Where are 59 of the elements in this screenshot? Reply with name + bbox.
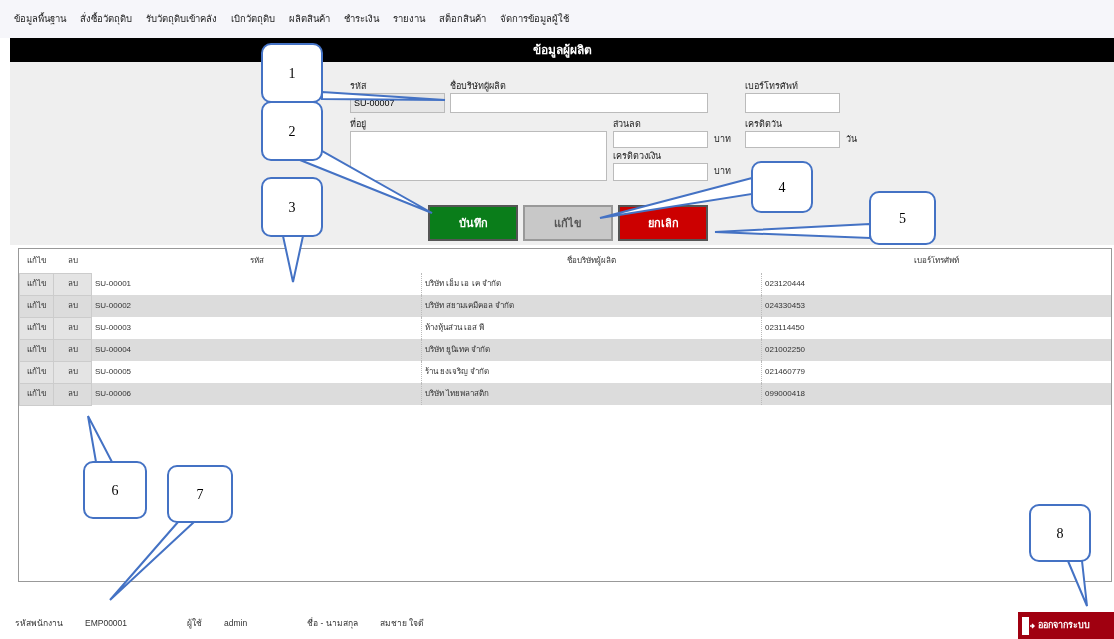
menu-item[interactable]: เบิกวัตถุดิบ <box>231 11 275 27</box>
table-cell: 021002250 <box>761 339 1111 361</box>
table-cell: SU-00004 <box>91 339 422 361</box>
column-header: รหัส <box>91 249 422 273</box>
edit-link[interactable]: แก้ไข <box>19 361 54 383</box>
menu-item[interactable]: ชำระเงิน <box>344 11 379 27</box>
input-field[interactable] <box>613 131 708 148</box>
column-header: แก้ไข <box>19 249 54 273</box>
table-cell: บริษัท ไทยพลาสติก <box>421 383 762 405</box>
unit-label: วัน <box>845 132 858 146</box>
table-cell: SU-00006 <box>91 383 422 405</box>
status-label: รหัสพนักงาน <box>15 617 63 630</box>
input-field[interactable] <box>450 93 708 113</box>
status-value: สมชาย ใจดี <box>379 617 425 630</box>
table-cell: บริษัท ยูนิเทค จำกัด <box>421 339 762 361</box>
menu-item[interactable]: รับวัตถุดิบเข้าคลัง <box>146 11 217 27</box>
field-label: เครดิตวัน <box>745 117 783 131</box>
edit-link[interactable]: แก้ไข <box>19 317 54 339</box>
menu-item[interactable]: สต็อกสินค้า <box>439 11 486 27</box>
field-label: ชื่อบริษัทผู้ผลิต <box>450 79 507 93</box>
field-label: ส่วนลด <box>613 117 642 131</box>
input-field[interactable] <box>745 131 840 148</box>
input-field[interactable] <box>745 93 840 113</box>
field-label: เครดิตวงเงิน <box>613 149 662 163</box>
table-cell: 099000418 <box>761 383 1111 405</box>
column-header: ลบ <box>53 249 92 273</box>
edit-link[interactable]: แก้ไข <box>19 383 54 405</box>
logout-button[interactable]: ออกจากระบบ <box>1018 612 1114 639</box>
edit-button[interactable]: แก้ไข <box>523 205 613 241</box>
unit-label: บาท <box>713 165 732 179</box>
field-label: เบอร์โทรศัพท์ <box>745 79 799 93</box>
edit-link[interactable]: แก้ไข <box>19 295 54 317</box>
status-value: EMP00001 <box>85 617 128 630</box>
menu-item[interactable]: ข้อมูลพื้นฐาน <box>14 11 66 27</box>
table-cell: บริษัท สยามเคมีคอล จำกัด <box>421 295 762 317</box>
input-field[interactable] <box>613 163 708 181</box>
edit-link[interactable]: แก้ไข <box>19 273 54 295</box>
table-cell: SU-00002 <box>91 295 422 317</box>
unit-label: บาท <box>713 132 732 146</box>
status-label: ผู้ใช้ <box>187 617 203 630</box>
save-button[interactable]: บันทึก <box>428 205 518 241</box>
door-exit-icon <box>1021 615 1035 636</box>
table-cell: 024330453 <box>761 295 1111 317</box>
address-field[interactable] <box>350 131 607 181</box>
menu-item[interactable]: จัดการข้อมูลผู้ใช้ <box>500 11 569 27</box>
button-label: ออกจากระบบ <box>1038 618 1090 632</box>
cancel-button[interactable]: ยกเลิก <box>618 205 708 241</box>
field-label: ที่อยู่ <box>350 117 367 131</box>
delete-link[interactable]: ลบ <box>53 273 92 295</box>
menu-item[interactable]: สั่งซื้อวัตถุดิบ <box>80 11 132 27</box>
menu-item[interactable]: ผลิตสินค้า <box>289 11 330 27</box>
status-value: admin <box>224 617 248 630</box>
column-header: เบอร์โทรศัพท์ <box>761 249 1111 273</box>
status-label: ชื่อ - นามสกุล <box>307 617 358 630</box>
column-header: ชื่อบริษัทผู้ผลิต <box>421 249 762 273</box>
field-label: รหัส <box>350 79 367 93</box>
window-title: ข้อมูลผู้ผลิต <box>10 38 1114 62</box>
edit-link[interactable]: แก้ไข <box>19 339 54 361</box>
menu-item[interactable]: รายงาน <box>393 11 425 27</box>
